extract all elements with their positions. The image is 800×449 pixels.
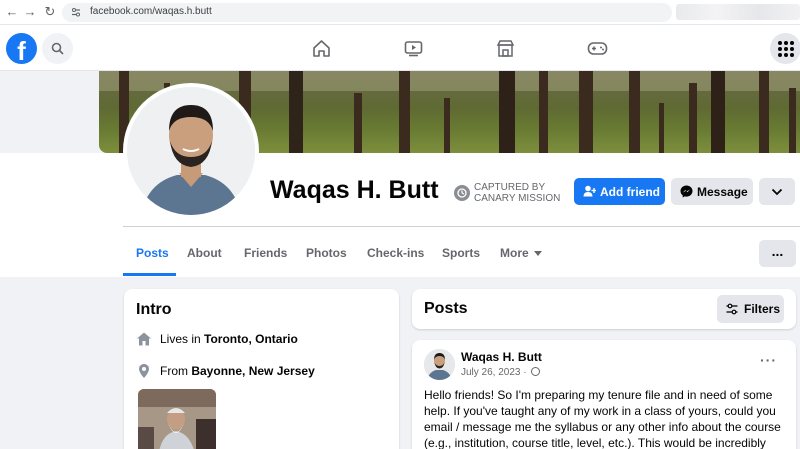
tab-posts[interactable]: Posts <box>136 246 169 260</box>
tab-photos[interactable]: Photos <box>306 246 347 260</box>
back-arrow-icon[interactable]: ← <box>4 4 20 20</box>
tab-more-label: More <box>500 246 529 260</box>
profile-picture[interactable] <box>127 87 255 215</box>
tab-check-ins[interactable]: Check-ins <box>367 246 424 260</box>
post-avatar-illustration <box>424 349 455 380</box>
from-place-link[interactable]: Bayonne, New Jersey <box>191 364 314 378</box>
tabs-more-options-button[interactable]: ... <box>759 240 796 267</box>
lives-prefix: Lives in <box>160 332 205 346</box>
post-author-avatar[interactable] <box>424 349 455 380</box>
address-bar[interactable]: facebook.com/waqas.h.butt <box>62 3 672 22</box>
browser-toolbar: ← → ↻ facebook.com/waqas.h.butt <box>0 0 800 25</box>
captured-badge-icon <box>454 185 470 201</box>
intro-card: Intro Lives in Toronto, Ontario From Bay… <box>124 289 399 449</box>
filters-button[interactable]: Filters <box>717 295 784 323</box>
site-settings-icon[interactable] <box>70 6 82 18</box>
facebook-top-nav: f <box>0 25 800 71</box>
post-date-text: July 26, 2023 · <box>461 367 527 378</box>
forward-arrow-icon[interactable]: → <box>22 4 38 20</box>
url-text: facebook.com/waqas.h.butt <box>90 6 212 17</box>
add-friend-button[interactable]: Add friend <box>574 178 665 205</box>
location-pin-icon <box>139 364 149 378</box>
tab-more[interactable]: More <box>500 246 542 260</box>
message-label: Message <box>697 185 748 199</box>
caret-down-icon <box>533 251 542 257</box>
tab-sports[interactable]: Sports <box>442 246 480 260</box>
message-button[interactable]: Message <box>671 178 753 205</box>
profile-name: Waqas H. Butt <box>270 176 439 204</box>
featured-photo[interactable] <box>138 389 216 449</box>
watch-icon[interactable] <box>404 39 423 58</box>
captured-line-2: CANARY MISSION <box>474 193 561 204</box>
filter-sliders-icon <box>726 303 738 315</box>
profile-photo-illustration <box>127 87 255 215</box>
blurred-extensions-area <box>676 4 800 20</box>
profile-more-dropdown-button[interactable] <box>759 178 795 205</box>
add-friend-icon <box>583 185 596 197</box>
tab-about[interactable]: About <box>187 246 222 260</box>
featured-photo-illustration <box>138 389 216 449</box>
post-author-name[interactable]: Waqas H. Butt <box>461 350 542 364</box>
search-icon <box>51 42 64 55</box>
header-divider <box>123 226 800 227</box>
chevron-down-icon <box>771 188 783 196</box>
post-timestamp[interactable]: July 26, 2023 · <box>461 367 541 378</box>
captured-badge-text: CAPTURED BY CANARY MISSION <box>474 182 574 204</box>
intro-title: Intro <box>136 301 172 318</box>
globe-icon <box>531 367 541 376</box>
active-tab-indicator <box>123 273 176 276</box>
posts-header-card: Posts Filters <box>412 289 796 329</box>
reload-icon[interactable]: ↻ <box>42 4 58 20</box>
post-card: Waqas H. Butt July 26, 2023 · ··· Hello … <box>412 340 796 449</box>
messenger-icon <box>680 185 693 198</box>
menu-grid-button[interactable] <box>770 33 800 64</box>
lives-place-link[interactable]: Toronto, Ontario <box>204 332 298 346</box>
post-body-text: Hello friends! So I'm preparing my tenur… <box>424 388 781 449</box>
tab-friends[interactable]: Friends <box>244 246 287 260</box>
home-icon <box>137 332 151 346</box>
marketplace-icon[interactable] <box>496 39 515 58</box>
search-button[interactable] <box>42 33 73 64</box>
facebook-logo-icon[interactable]: f <box>6 33 37 64</box>
post-options-button[interactable]: ··· <box>760 352 777 368</box>
filters-label: Filters <box>744 302 781 316</box>
home-icon[interactable] <box>312 39 331 58</box>
captured-line-1: CAPTURED BY <box>474 182 546 193</box>
posts-title: Posts <box>424 300 468 317</box>
from-prefix: From <box>160 364 192 378</box>
add-friend-label: Add friend <box>600 185 660 199</box>
gaming-icon[interactable] <box>587 39 608 58</box>
